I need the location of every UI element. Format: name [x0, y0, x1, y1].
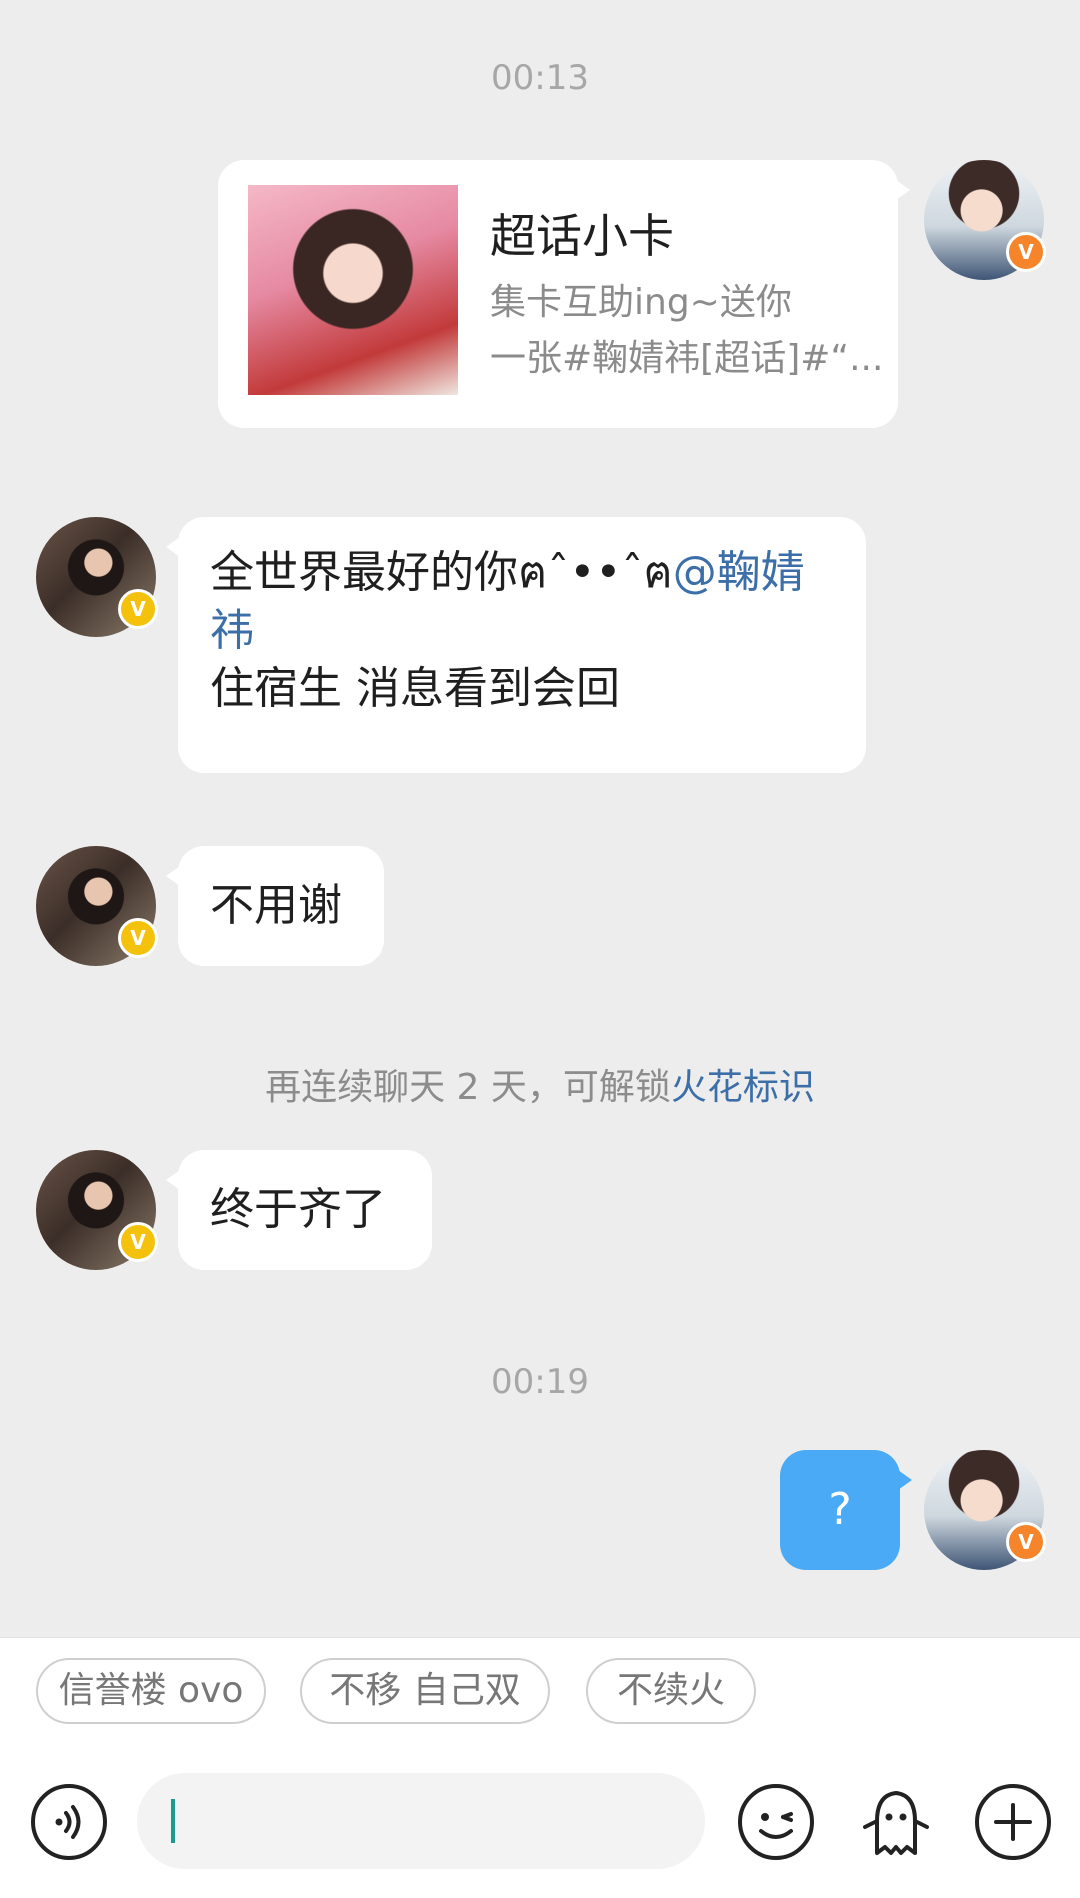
- plus-icon[interactable]: [972, 1781, 1054, 1863]
- avatar-self[interactable]: V: [924, 160, 1046, 280]
- message-line1-text: 全世界最好的你ฅˆ••ˆฅ: [210, 547, 673, 598]
- verified-badge-icon: V: [118, 589, 158, 629]
- voice-icon[interactable]: [28, 1781, 110, 1863]
- card-desc-line2: 一张#鞠婧祎[超话]#“...: [490, 338, 884, 379]
- quick-reply-chip[interactable]: 不移 自己双: [300, 1658, 550, 1724]
- avatar-self[interactable]: V: [924, 1450, 1046, 1570]
- card-message-bubble[interactable]: 超话小卡 集卡互助ing~送你 一张#鞠婧祎[超话]#“...: [218, 160, 910, 428]
- input-panel: 信誉楼 ovo 不移 自己双 不续火: [0, 1637, 1080, 1898]
- verified-badge-icon: V: [118, 918, 158, 958]
- text-caret: [171, 1799, 175, 1843]
- message-input[interactable]: [137, 1773, 705, 1869]
- message-text: 终于齐了: [210, 1184, 386, 1235]
- card-desc-line1: 集卡互助ing~送你: [490, 282, 792, 323]
- message-text: ?: [828, 1484, 852, 1535]
- card-thumbnail-image: [248, 185, 458, 395]
- message-bubble-received[interactable]: 不用谢: [166, 846, 384, 966]
- message-line3-text: 住宿生 消息看到会回: [210, 663, 620, 714]
- verified-badge-icon: V: [1006, 1522, 1046, 1562]
- avatar-contact[interactable]: V: [36, 517, 158, 637]
- card-title: 超话小卡: [490, 209, 674, 263]
- verified-badge-icon: V: [118, 1222, 158, 1262]
- system-note: 再连续聊天 2 天，可解锁火花标识: [0, 1058, 1080, 1110]
- verified-badge-icon: V: [1006, 232, 1046, 272]
- mention-link[interactable]: @鞠婧: [673, 547, 805, 598]
- message-text: 不用谢: [210, 880, 342, 931]
- emoji-icon[interactable]: [735, 1781, 817, 1863]
- mention-link[interactable]: 祎: [210, 602, 834, 660]
- card-description: 集卡互助ing~送你 一张#鞠婧祎[超话]#“...: [490, 275, 910, 387]
- message-bubble-received[interactable]: 终于齐了: [166, 1150, 432, 1270]
- pet-icon[interactable]: [855, 1781, 937, 1863]
- timestamp: 00:13: [491, 58, 589, 98]
- message-bubble-sent[interactable]: ?: [780, 1450, 912, 1570]
- avatar-contact[interactable]: V: [36, 846, 158, 966]
- spark-badge-link[interactable]: 火花标识: [671, 1067, 815, 1108]
- system-note-text: 再连续聊天 2 天，可解锁: [265, 1067, 671, 1108]
- message-text: 全世界最好的你ฅˆ••ˆฅ@鞠婧: [210, 544, 834, 602]
- quick-reply-chip[interactable]: 信誉楼 ovo: [36, 1658, 266, 1724]
- avatar-contact[interactable]: V: [36, 1150, 158, 1270]
- message-bubble-received[interactable]: 全世界最好的你ฅˆ••ˆฅ@鞠婧 祎 住宿生 消息看到会回: [166, 517, 866, 773]
- timestamp: 00:19: [491, 1362, 589, 1402]
- quick-reply-chip[interactable]: 不续火: [586, 1658, 756, 1724]
